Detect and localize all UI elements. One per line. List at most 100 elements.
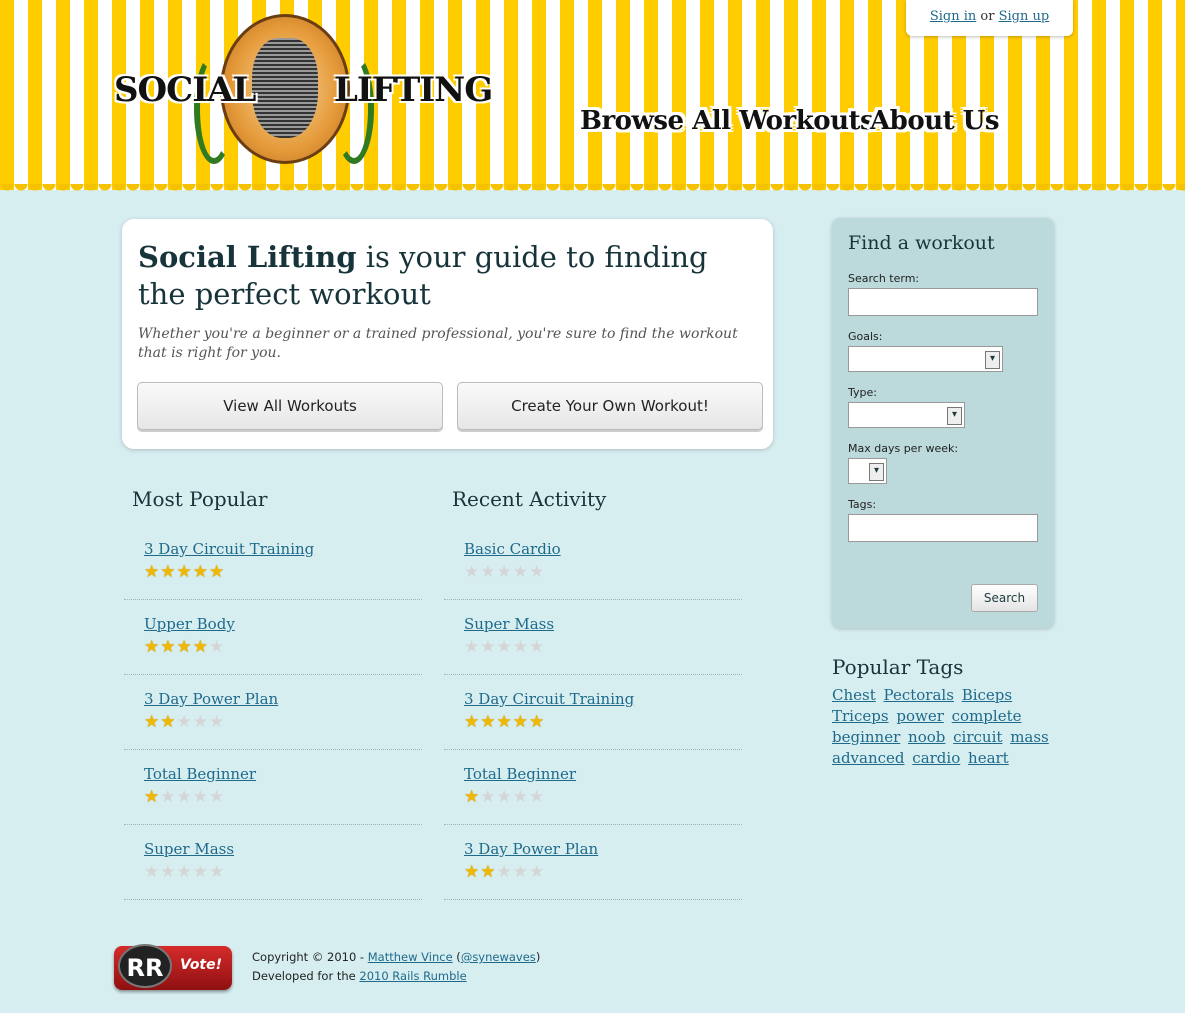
nav-about-us[interactable]: About Us — [870, 106, 999, 136]
most-popular-list: Most Popular 3 Day Circuit Training ★ ★ ★ ★ ★… — [122, 487, 422, 900]
popular-tags-cloud: Chest Pectorals Biceps Triceps power com… — [832, 685, 1052, 769]
list-item: 3 Day Circuit Training ★ ★ ★ ★ ★ — [444, 675, 742, 750]
star-icon: ★ — [176, 862, 192, 882]
tag-link[interactable]: advanced — [832, 749, 905, 767]
search-button[interactable]: Search — [971, 584, 1038, 612]
auth-or: or — [980, 9, 995, 24]
tag-link[interactable]: beginner — [832, 728, 900, 746]
star-icon: ★ — [160, 712, 176, 732]
recent-workout-link[interactable]: Super Mass — [464, 615, 554, 633]
footer: Copyright © 2010 - Matthew Vince (@synew… — [252, 948, 540, 986]
rails-rumble-link[interactable]: 2010 Rails Rumble — [359, 969, 466, 983]
star-rating: ★ ★ ★ ★ ★ — [464, 788, 742, 806]
list-item: Upper Body ★ ★ ★ ★ ★ — [124, 600, 422, 675]
star-icon: ★ — [176, 637, 192, 657]
star-icon: ★ — [144, 712, 160, 732]
vote-label: Vote! — [180, 957, 223, 973]
star-rating: ★ ★ ★ ★ ★ — [464, 638, 742, 656]
header: SOCIAL LIFTING Sign in or Sign up Browse… — [0, 0, 1185, 196]
recent-workout-link[interactable]: 3 Day Circuit Training — [464, 690, 634, 708]
twitter-handle-link[interactable]: @synewaves — [461, 950, 536, 964]
star-icon: ★ — [144, 787, 160, 807]
star-icon: ★ — [464, 787, 480, 807]
list-item: 3 Day Power Plan ★ ★ ★ ★ ★ — [124, 675, 422, 750]
star-rating: ★ ★ ★ ★ ★ — [144, 788, 422, 806]
star-icon: ★ — [496, 637, 512, 657]
max-days-select[interactable] — [848, 458, 887, 484]
site-logo[interactable]: SOCIAL LIFTING — [112, 14, 493, 179]
star-icon: ★ — [480, 787, 496, 807]
star-icon: ★ — [496, 562, 512, 582]
star-rating: ★ ★ ★ ★ ★ — [464, 863, 742, 881]
goals-label: Goals: — [848, 330, 883, 343]
tag-link[interactable]: noob — [908, 728, 945, 746]
popular-workout-link[interactable]: 3 Day Circuit Training — [144, 540, 314, 558]
list-item: 3 Day Circuit Training ★ ★ ★ ★ ★ — [124, 525, 422, 600]
list-item: 3 Day Power Plan ★ ★ ★ ★ ★ — [444, 825, 742, 900]
popular-workout-link[interactable]: Upper Body — [144, 615, 235, 633]
popular-workout-link[interactable]: Super Mass — [144, 840, 234, 858]
tag-link[interactable]: cardio — [912, 749, 960, 767]
search-term-input[interactable] — [848, 288, 1038, 316]
star-icon: ★ — [529, 862, 545, 882]
auth-box: Sign in or Sign up — [906, 0, 1073, 36]
tag-link[interactable]: power — [896, 707, 944, 725]
star-icon: ★ — [480, 562, 496, 582]
recent-workout-link[interactable]: Total Beginner — [464, 765, 576, 783]
star-icon: ★ — [529, 637, 545, 657]
star-icon: ★ — [512, 712, 528, 732]
goals-select[interactable] — [848, 346, 1003, 372]
recent-activity-title: Recent Activity — [452, 487, 607, 511]
star-icon: ★ — [192, 712, 208, 732]
intro-headline: Social Lifting is your guide to finding … — [138, 240, 708, 311]
star-icon: ★ — [192, 862, 208, 882]
recent-workout-link[interactable]: 3 Day Power Plan — [464, 840, 598, 858]
tags-label: Tags: — [848, 498, 877, 511]
recent-workout-link[interactable]: Basic Cardio — [464, 540, 561, 558]
popular-workout-link[interactable]: 3 Day Power Plan — [144, 690, 278, 708]
star-icon: ★ — [160, 787, 176, 807]
star-icon: ★ — [529, 712, 545, 732]
star-icon: ★ — [464, 712, 480, 732]
star-icon: ★ — [529, 562, 545, 582]
tag-link[interactable]: complete — [952, 707, 1022, 725]
type-select[interactable] — [848, 402, 965, 428]
search-term-label: Search term: — [848, 272, 920, 285]
tag-link[interactable]: Pectorals — [884, 686, 954, 704]
star-icon: ★ — [209, 862, 225, 882]
sign-in-link[interactable]: Sign in — [930, 9, 976, 24]
tag-link[interactable]: heart — [968, 749, 1009, 767]
star-icon: ★ — [176, 562, 192, 582]
star-icon: ★ — [176, 712, 192, 732]
tag-link[interactable]: circuit — [953, 728, 1002, 746]
nav-browse-all-workouts[interactable]: Browse All Workouts — [580, 106, 875, 136]
star-icon: ★ — [512, 562, 528, 582]
rails-rumble-vote-badge[interactable]: RR Vote! — [114, 944, 232, 990]
tag-link[interactable]: Biceps — [962, 686, 1012, 704]
tags-input[interactable] — [848, 514, 1038, 542]
tag-link[interactable]: Chest — [832, 686, 876, 704]
popular-workout-link[interactable]: Total Beginner — [144, 765, 256, 783]
recent-activity-list: Recent Activity Basic Cardio ★ ★ ★ ★ ★ Super M… — [442, 487, 742, 900]
star-icon: ★ — [480, 862, 496, 882]
tag-link[interactable]: Triceps — [832, 707, 889, 725]
intro-card: Social Lifting is your guide to finding … — [122, 219, 773, 449]
star-icon: ★ — [192, 787, 208, 807]
star-icon: ★ — [512, 637, 528, 657]
star-icon: ★ — [464, 862, 480, 882]
list-item: Total Beginner ★ ★ ★ ★ ★ — [124, 750, 422, 825]
list-item: Super Mass ★ ★ ★ ★ ★ — [124, 825, 422, 900]
author-link[interactable]: Matthew Vince — [368, 950, 453, 964]
logo-text-lifting: LIFTING — [334, 70, 493, 110]
sign-up-link[interactable]: Sign up — [999, 9, 1050, 24]
star-icon: ★ — [480, 712, 496, 732]
star-icon: ★ — [160, 562, 176, 582]
star-icon: ★ — [529, 787, 545, 807]
star-rating: ★ ★ ★ ★ ★ — [144, 563, 422, 581]
star-rating: ★ ★ ★ ★ ★ — [464, 563, 742, 581]
rails-rumble-logo-icon: RR — [118, 944, 172, 988]
create-workout-button[interactable]: Create Your Own Workout! — [457, 382, 763, 430]
star-icon: ★ — [192, 637, 208, 657]
view-all-workouts-button[interactable]: View All Workouts — [137, 382, 443, 430]
tag-link[interactable]: mass — [1010, 728, 1049, 746]
